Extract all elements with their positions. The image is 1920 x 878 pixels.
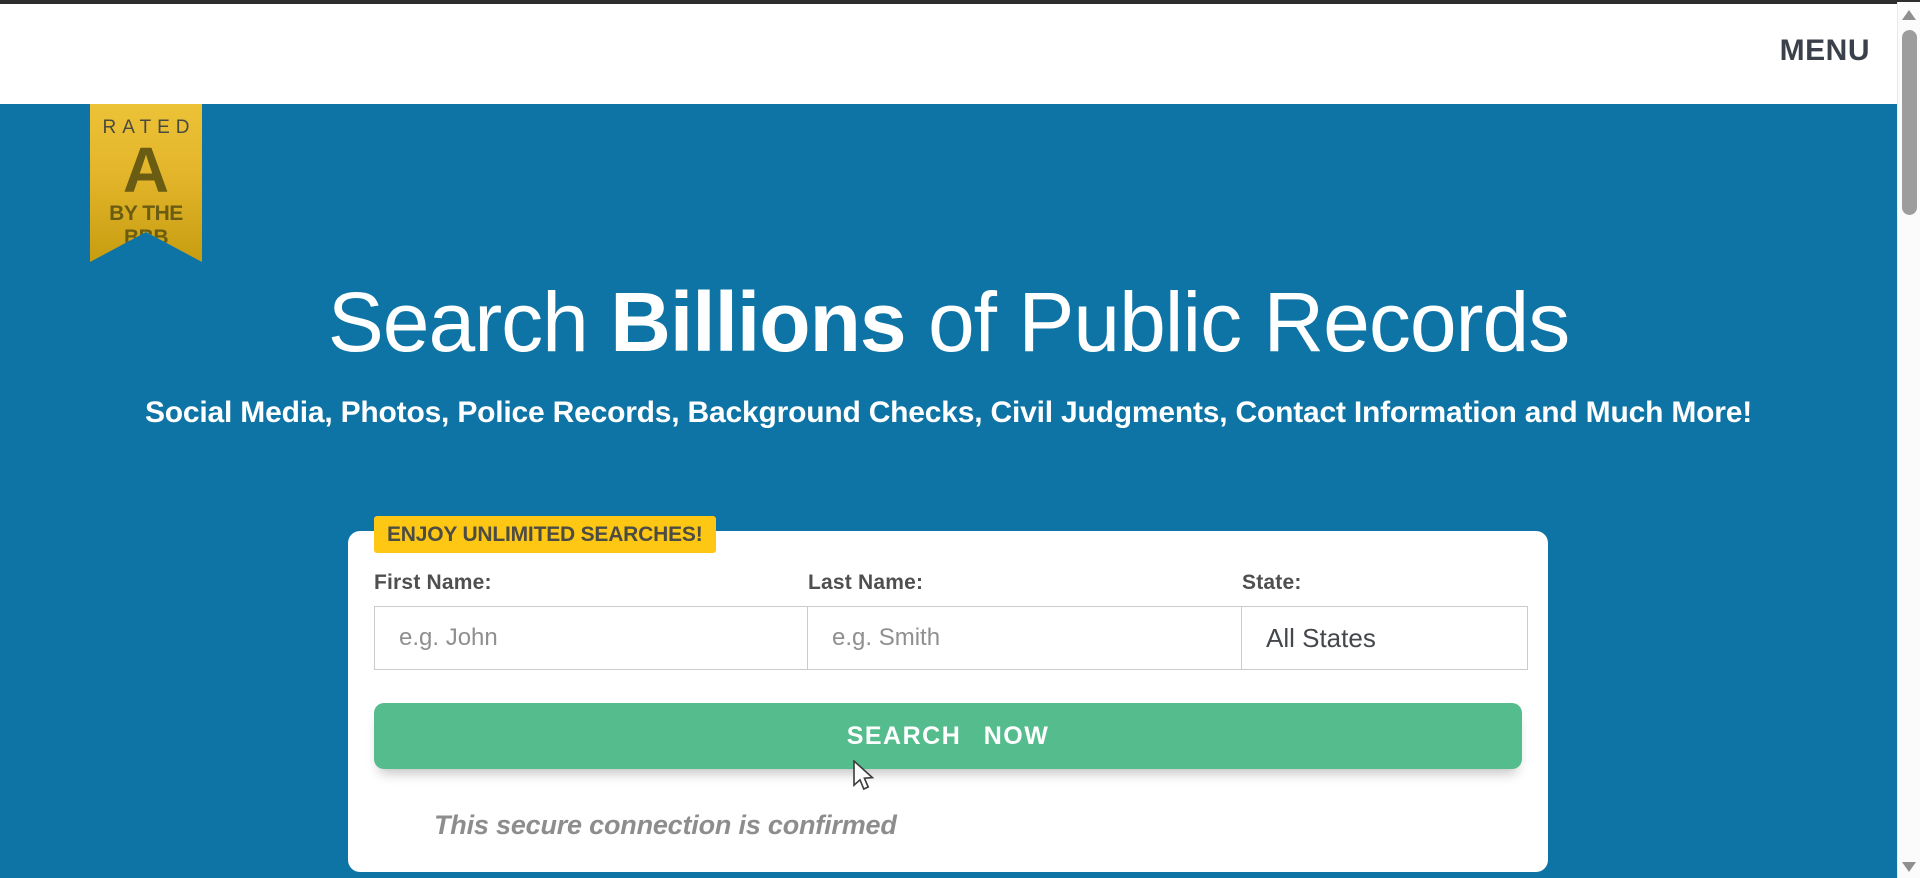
last-name-field: Last Name: [808, 571, 1242, 670]
title-prefix: Search [328, 275, 611, 369]
scrollbar-thumb[interactable] [1902, 30, 1917, 215]
hero-subtitle: Social Media, Photos, Police Records, Ba… [0, 396, 1897, 430]
search-fields: First Name: Last Name: State: All States [374, 571, 1522, 670]
menu-button[interactable]: MENU [1780, 34, 1870, 68]
title-suffix: of Public Records [906, 275, 1570, 369]
state-field: State: All States [1242, 571, 1528, 670]
site-header: MENU [0, 4, 1920, 104]
search-now-button[interactable]: SEARCH NOW [374, 703, 1522, 769]
scrollbar-down-arrow-icon[interactable] [1902, 862, 1916, 872]
last-name-input[interactable] [807, 606, 1242, 670]
promo-badge: ENJOY UNLIMITED SEARCHES! [374, 516, 716, 553]
scrollbar[interactable] [1897, 2, 1920, 878]
state-select[interactable]: All States [1241, 606, 1528, 670]
state-label: State: [1242, 571, 1528, 595]
first-name-input[interactable] [374, 606, 808, 670]
top-border [0, 0, 1920, 4]
first-name-label: First Name: [374, 571, 808, 595]
title-bold: Billions [610, 275, 905, 369]
ribbon-grade: A [90, 141, 202, 199]
hero-section: RATED A BY THE BBB Search Billions of Pu… [0, 104, 1920, 878]
secure-connection-note: This secure connection is confirmed [434, 810, 1522, 841]
page-title: Search Billions of Public Records [0, 280, 1897, 364]
scrollbar-up-arrow-icon[interactable] [1902, 10, 1916, 20]
last-name-label: Last Name: [808, 571, 1242, 595]
page: MENU RATED A BY THE BBB Search Billions … [0, 0, 1920, 878]
search-card: ENJOY UNLIMITED SEARCHES! First Name: La… [348, 531, 1548, 872]
first-name-field: First Name: [374, 571, 808, 670]
ribbon-by-label: BY THE BBB [90, 202, 202, 250]
bbb-rating-ribbon: RATED A BY THE BBB [90, 104, 202, 262]
